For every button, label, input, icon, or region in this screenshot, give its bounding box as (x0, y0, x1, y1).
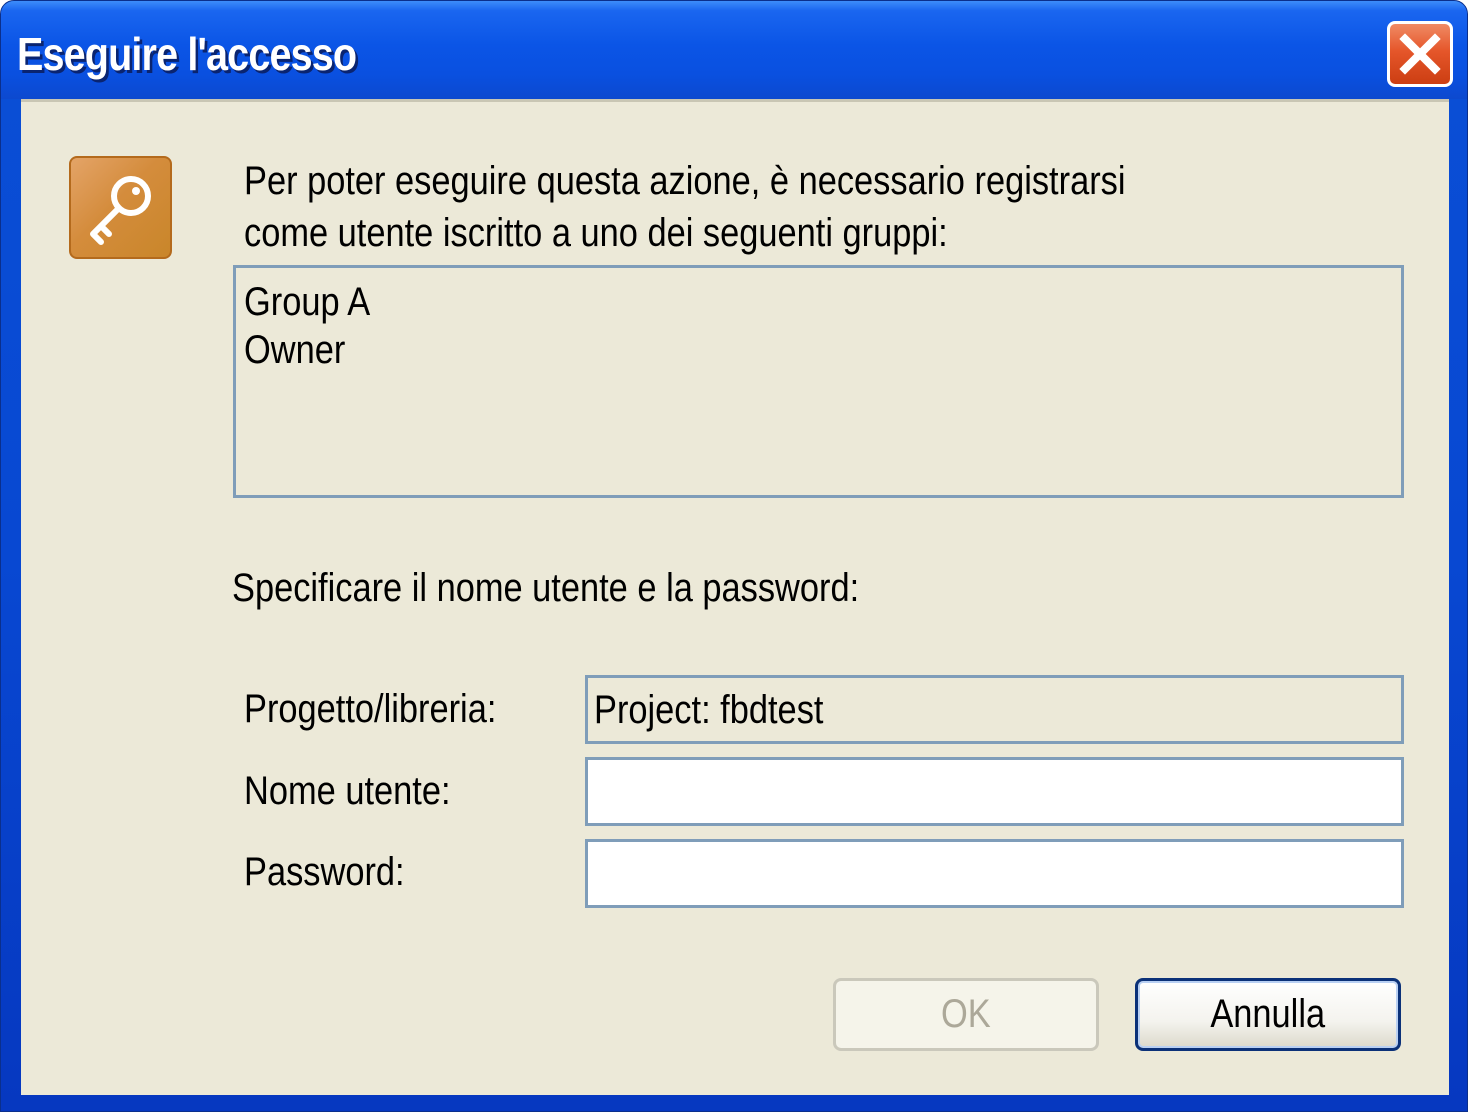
login-dialog: Eseguire l'accesso Per poter eseguire qu… (0, 0, 1468, 1112)
window-title: Eseguire l'accesso (17, 28, 357, 80)
project-field: Project: fbdtest (585, 675, 1404, 744)
close-button[interactable] (1387, 21, 1453, 87)
cancel-button[interactable]: Annulla (1135, 978, 1401, 1051)
credentials-prompt: Specificare il nome utente e la password… (232, 566, 860, 610)
close-icon (1399, 33, 1441, 75)
message-line-2: come utente iscritto a uno dei seguenti … (244, 211, 948, 255)
cancel-button-label: Annulla (1210, 992, 1326, 1036)
username-label: Nome utente: (244, 769, 451, 813)
project-label: Progetto/libreria: (244, 687, 497, 731)
title-bar[interactable]: Eseguire l'accesso (1, 1, 1467, 99)
project-value: Project: fbdtest (594, 688, 824, 732)
ok-button-label: OK (941, 992, 991, 1036)
message-line-1: Per poter eseguire questa azione, è nece… (244, 159, 1126, 203)
groups-list[interactable]: Group A Owner (233, 265, 1404, 498)
username-field[interactable] (585, 757, 1404, 826)
list-item: Group A (244, 280, 371, 324)
ok-button[interactable]: OK (833, 978, 1099, 1051)
key-icon (69, 156, 172, 259)
password-label: Password: (244, 850, 405, 894)
password-field[interactable] (585, 839, 1404, 908)
list-item: Owner (244, 328, 346, 372)
